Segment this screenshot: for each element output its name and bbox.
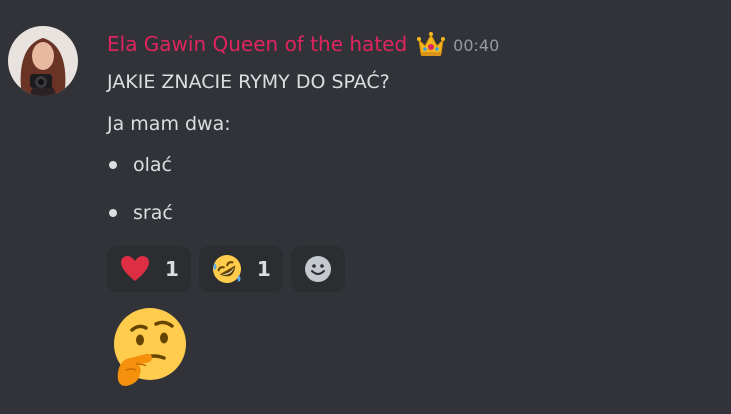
reaction-heart[interactable]: 1 xyxy=(107,246,191,292)
reaction-bar: 1 1 xyxy=(107,246,345,292)
red-heart-icon xyxy=(119,253,151,285)
chat-message: Ela Gawin Queen of the hated 00:40 JAKIE… xyxy=(0,0,731,414)
message-line: Ja mam dwa: xyxy=(107,113,231,135)
add-reaction-smiley-icon xyxy=(304,255,332,283)
crown-icon[interactable] xyxy=(415,28,447,60)
bullet-text: olać xyxy=(133,154,172,176)
bullet-dot xyxy=(109,209,117,217)
author-name[interactable]: Ela Gawin Queen of the hated xyxy=(107,28,407,60)
thinking-face-icon xyxy=(106,306,192,392)
bullet-list-item: olać xyxy=(107,151,172,179)
bullet-list-item: srać xyxy=(107,199,173,227)
add-reaction-button[interactable] xyxy=(290,246,345,292)
rolling-on-floor-laughing-icon xyxy=(211,253,243,285)
message-line: JAKIE ZNACIE RYMY DO SPAĆ? xyxy=(107,71,390,93)
reaction-rofl[interactable]: 1 xyxy=(198,246,283,292)
user-avatar[interactable] xyxy=(8,26,78,96)
message-timestamp[interactable]: 00:40 xyxy=(453,30,499,62)
bullet-text: srać xyxy=(133,202,173,224)
avatar-photo xyxy=(8,26,78,96)
reaction-count: 1 xyxy=(165,257,179,281)
bullet-dot xyxy=(109,161,117,169)
reaction-count: 1 xyxy=(256,257,271,281)
message-header: Ela Gawin Queen of the hated 00:40 xyxy=(107,28,499,60)
